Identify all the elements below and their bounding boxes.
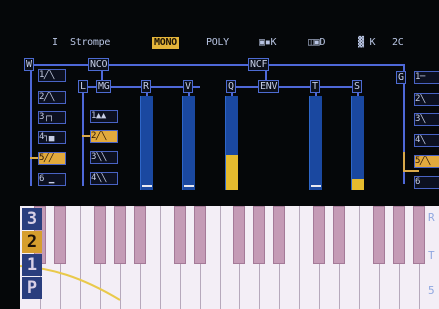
g-wave-1[interactable]: 1─ (414, 71, 439, 84)
node-s[interactable]: S (352, 80, 362, 93)
g-wave-6[interactable]: 6▔ (414, 176, 439, 189)
program-p-button[interactable]: P (22, 277, 42, 299)
node-r[interactable]: R (141, 80, 151, 93)
black-key[interactable] (373, 206, 386, 264)
black-key[interactable] (393, 206, 406, 264)
lfo-wave-2[interactable]: 2╱╲ (38, 91, 66, 104)
top-bus-line (30, 64, 405, 66)
slider-s-level (352, 178, 364, 190)
lfo-wave-5[interactable]: 5╱╱ (38, 152, 66, 165)
w-line (30, 64, 32, 186)
l-active-link (82, 135, 90, 137)
slider-t-handle[interactable] (311, 185, 321, 187)
right-label-t: T (428, 249, 435, 262)
g-active-line (403, 152, 405, 172)
black-key[interactable] (173, 206, 186, 264)
white-key-divider (299, 206, 301, 309)
ok-button[interactable]: ▣▪K (257, 37, 278, 49)
black-key[interactable] (113, 206, 126, 264)
black-key[interactable] (53, 206, 66, 264)
white-key-divider (359, 206, 361, 309)
black-key[interactable] (333, 206, 346, 264)
poly-button[interactable]: POLY (204, 37, 231, 49)
slider-r[interactable] (140, 96, 153, 190)
white-key-divider (219, 206, 221, 309)
mg-wave-2[interactable]: 2╱╲ (90, 130, 118, 143)
octave-3-button[interactable]: 3 (22, 208, 42, 230)
node-l[interactable]: L (78, 80, 88, 93)
ncf-bus (230, 86, 358, 88)
slider-t[interactable] (309, 96, 322, 190)
channel-button[interactable]: 2C (390, 37, 405, 49)
right-label-5: 5 (428, 284, 435, 297)
node-v[interactable]: V (183, 80, 193, 93)
node-t[interactable]: T (310, 80, 320, 93)
lfo-wave-1[interactable]: 1╱╲ (38, 69, 66, 82)
mg-wave-4[interactable]: 4╲╲ (90, 172, 118, 185)
g-wave-3[interactable]: 3╲ (414, 113, 439, 126)
synth-screen: I Strompe MONO POLY ▣▪K ◫▣D ▓ K 2C W NCO… (0, 0, 439, 309)
mono-button[interactable]: MONO (152, 37, 179, 49)
node-mg[interactable]: MG (96, 80, 112, 93)
g-wave-2[interactable]: 2╲ (414, 93, 439, 106)
black-key[interactable] (193, 206, 206, 264)
g-wave-5[interactable]: 5╱╲ (414, 155, 439, 168)
black-key[interactable] (273, 206, 286, 264)
g-active-link (403, 170, 419, 172)
mg-wave-1[interactable]: 1▲▲ (90, 110, 118, 123)
black-key[interactable] (313, 206, 326, 264)
black-key[interactable] (253, 206, 266, 264)
octave-1-button[interactable]: 1 (22, 254, 42, 276)
slider-q[interactable] (225, 96, 238, 190)
node-ncf[interactable]: NCF (248, 58, 270, 71)
black-key[interactable] (133, 206, 146, 264)
octave-2-button[interactable]: 2 (22, 231, 42, 253)
lfo-wave-6[interactable]: 6▔▁ (38, 173, 66, 186)
node-q[interactable]: Q (226, 80, 236, 93)
right-label-r: R (428, 211, 435, 224)
node-nco[interactable]: NCO (88, 58, 110, 71)
node-w[interactable]: W (24, 58, 34, 71)
count-icon[interactable]: ▓ K (356, 37, 377, 49)
white-key-divider (159, 206, 161, 309)
program-number[interactable]: I (50, 37, 60, 49)
black-key[interactable] (413, 206, 426, 264)
slider-v-handle[interactable] (184, 185, 194, 187)
black-key[interactable] (233, 206, 246, 264)
g-wave-4[interactable]: 4╲ (414, 134, 439, 147)
slider-s[interactable] (351, 96, 364, 190)
slider-r-handle[interactable] (142, 185, 152, 187)
slider-v[interactable] (182, 96, 195, 190)
disk-icon[interactable]: ◫▣D (306, 37, 327, 49)
lfo-wave-4[interactable]: 4┐▄ (38, 131, 66, 144)
node-env[interactable]: ENV (258, 80, 280, 93)
preset-name[interactable]: Strompe (68, 37, 112, 49)
black-key[interactable] (93, 206, 106, 264)
slider-q-level (226, 155, 238, 190)
node-g[interactable]: G (396, 71, 406, 84)
lfo-wave-3[interactable]: 3┌┐ (38, 111, 66, 124)
mg-wave-3[interactable]: 3╲╲ (90, 151, 118, 164)
